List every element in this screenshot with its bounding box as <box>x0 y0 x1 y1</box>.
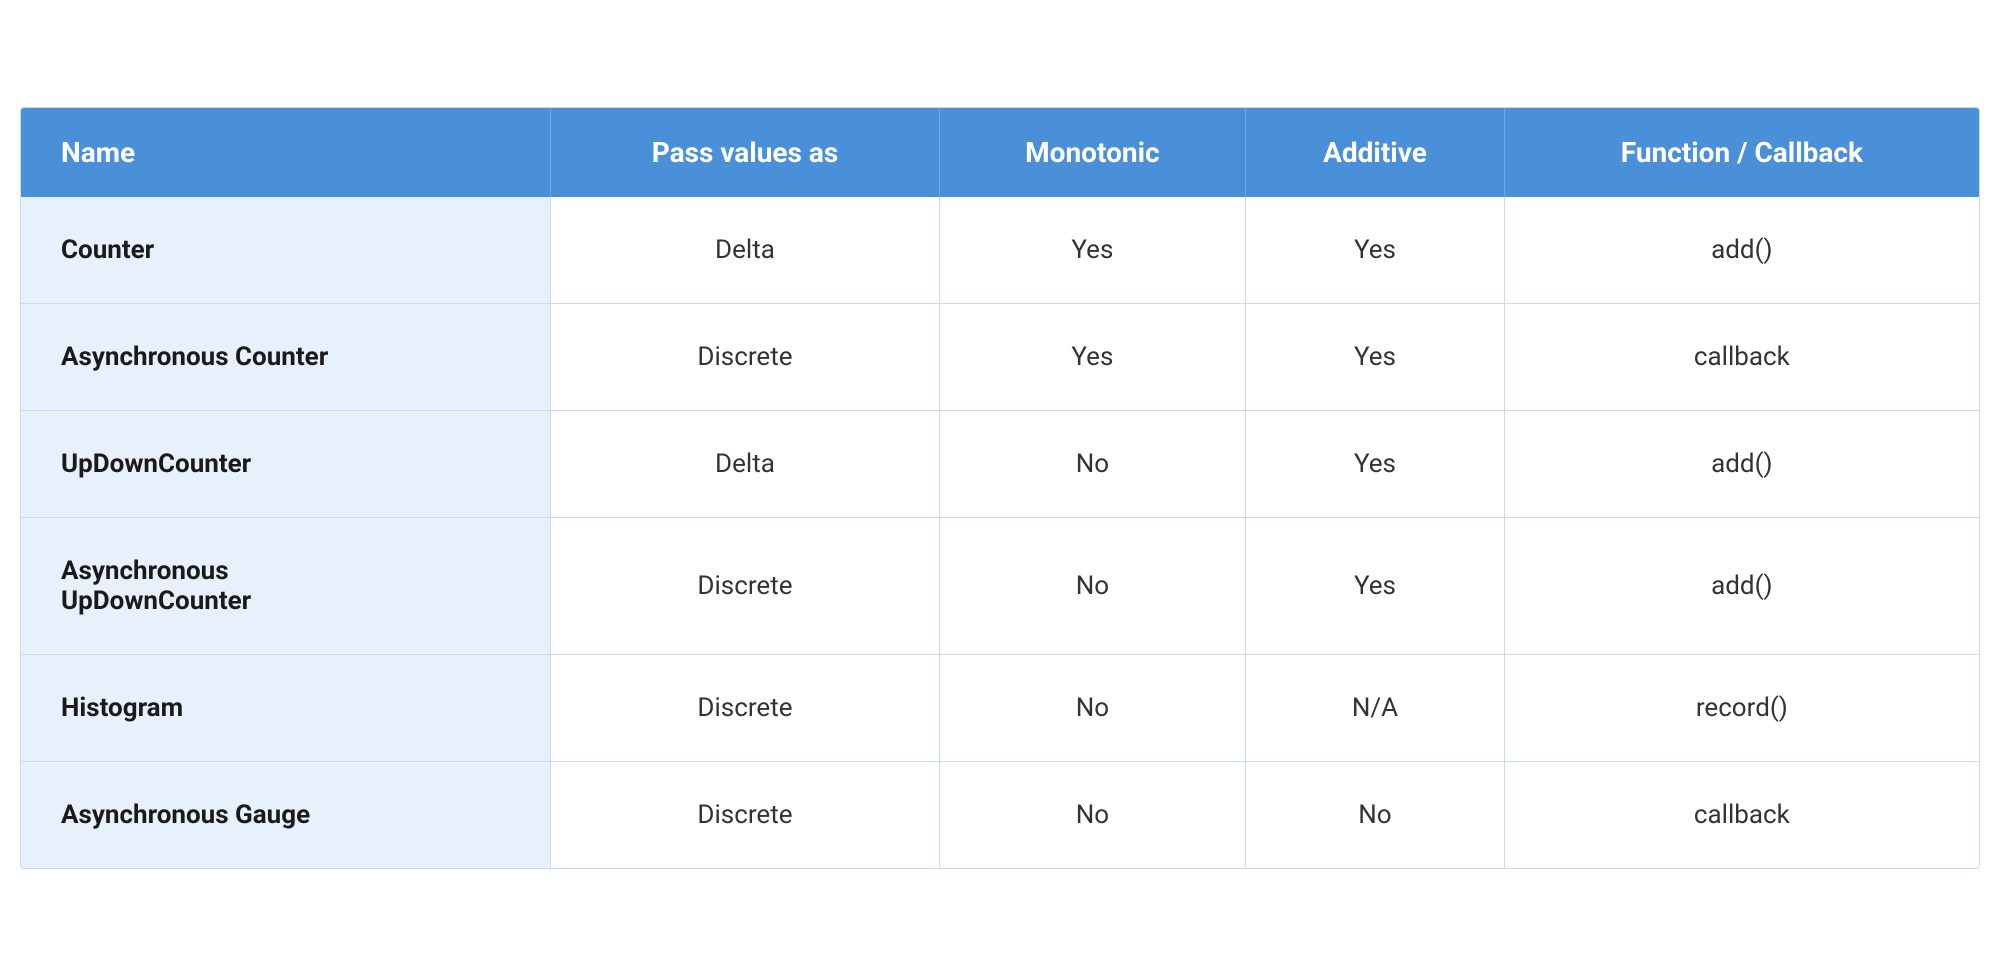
cell-monotonic: Yes <box>939 197 1246 304</box>
table-header-row: Name Pass values as Monotonic Additive F… <box>21 108 1979 197</box>
cell-name: Histogram <box>21 654 551 761</box>
cell-pass_values_as: Discrete <box>551 303 939 410</box>
cell-monotonic: No <box>939 654 1246 761</box>
data-table: Name Pass values as Monotonic Additive F… <box>21 108 1979 868</box>
table-row: UpDownCounterDeltaNoYesadd() <box>21 410 1979 517</box>
cell-monotonic: Yes <box>939 303 1246 410</box>
cell-additive: Yes <box>1246 410 1504 517</box>
cell-monotonic: No <box>939 761 1246 868</box>
table-body: CounterDeltaYesYesadd()Asynchronous Coun… <box>21 197 1979 868</box>
main-table-container: Name Pass values as Monotonic Additive F… <box>20 107 1980 869</box>
col-header-name: Name <box>21 108 551 197</box>
cell-name: UpDownCounter <box>21 410 551 517</box>
table-row: AsynchronousUpDownCounterDiscreteNoYesad… <box>21 517 1979 654</box>
cell-pass_values_as: Discrete <box>551 761 939 868</box>
cell-pass_values_as: Discrete <box>551 517 939 654</box>
cell-additive: N/A <box>1246 654 1504 761</box>
cell-pass_values_as: Discrete <box>551 654 939 761</box>
table-row: HistogramDiscreteNoN/Arecord() <box>21 654 1979 761</box>
table-row: CounterDeltaYesYesadd() <box>21 197 1979 304</box>
cell-name: AsynchronousUpDownCounter <box>21 517 551 654</box>
cell-additive: Yes <box>1246 517 1504 654</box>
cell-function_callback: add() <box>1504 517 1979 654</box>
col-header-pass-values: Pass values as <box>551 108 939 197</box>
cell-function_callback: add() <box>1504 410 1979 517</box>
col-header-additive: Additive <box>1246 108 1504 197</box>
cell-monotonic: No <box>939 517 1246 654</box>
cell-name: Asynchronous Gauge <box>21 761 551 868</box>
cell-pass_values_as: Delta <box>551 197 939 304</box>
table-row: Asynchronous GaugeDiscreteNoNocallback <box>21 761 1979 868</box>
col-header-monotonic: Monotonic <box>939 108 1246 197</box>
col-header-function-callback: Function / Callback <box>1504 108 1979 197</box>
cell-function_callback: record() <box>1504 654 1979 761</box>
cell-name: Asynchronous Counter <box>21 303 551 410</box>
cell-additive: Yes <box>1246 303 1504 410</box>
cell-function_callback: callback <box>1504 303 1979 410</box>
table-row: Asynchronous CounterDiscreteYesYescallba… <box>21 303 1979 410</box>
cell-function_callback: add() <box>1504 197 1979 304</box>
cell-function_callback: callback <box>1504 761 1979 868</box>
cell-pass_values_as: Delta <box>551 410 939 517</box>
cell-monotonic: No <box>939 410 1246 517</box>
cell-additive: No <box>1246 761 1504 868</box>
cell-additive: Yes <box>1246 197 1504 304</box>
cell-name: Counter <box>21 197 551 304</box>
